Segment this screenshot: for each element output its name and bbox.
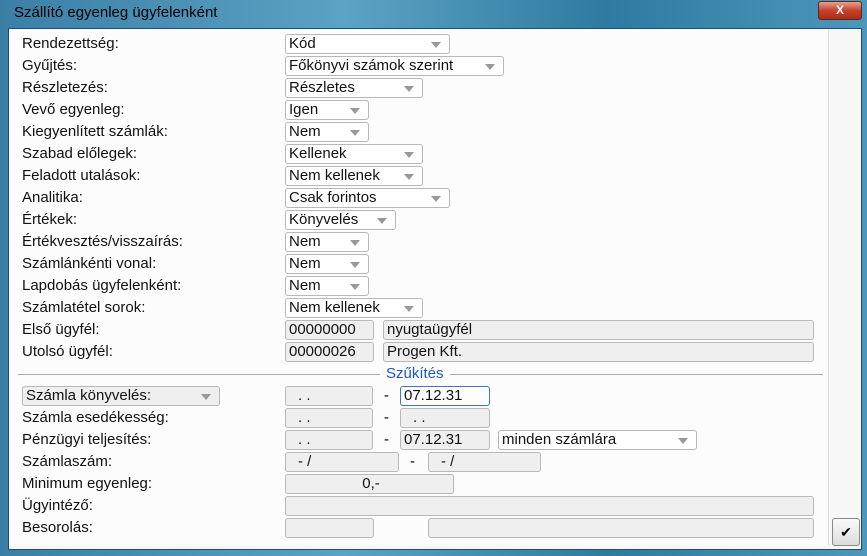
option-label: Lapdobás ügyfelenként: [22,277,182,294]
option-value: Könyvelés [289,211,359,228]
first-customer-label: Első ügyfél: [22,321,100,338]
last-customer-label: Utolsó ügyfél: [22,343,113,360]
option-dropdown[interactable]: Nem kellenek [285,166,423,186]
payment-label: Pénzügyi teljesítés: [22,431,152,448]
option-label: Vevő egyenleg: [22,101,125,118]
invoice-label: Számlaszám: [22,453,113,470]
option-value: Nem kellenek [289,299,380,316]
dash: - [410,453,415,470]
option-dropdown[interactable]: Igen [285,100,369,120]
class-field-b[interactable] [428,518,814,538]
chevron-down-icon [377,218,387,224]
agent-label: Ügyintéző: [22,497,93,514]
chevron-down-icon [350,284,360,290]
chevron-down-icon [431,196,441,202]
option-dropdown[interactable]: Nem [285,254,369,274]
first-customer-name[interactable]: nyugtaügyfél [383,320,814,340]
option-value: Kellenek [289,145,347,162]
chevron-down-icon [350,108,360,114]
option-dropdown[interactable]: Csak forintos [285,188,450,208]
dialog-window: Szállító egyenleg ügyfelenként X Rendeze… [0,0,867,556]
chevron-down-icon [201,394,211,400]
dash: - [384,431,389,448]
date-type-dropdown[interactable]: Számla könyvelés: [22,386,220,406]
option-value: Igen [289,101,319,118]
option-label: Gyűjtés: [22,57,78,74]
chevron-down-icon [350,130,360,136]
option-dropdown[interactable]: Kód [285,34,450,54]
option-value: Nem [289,255,321,272]
option-dropdown[interactable]: Nem [285,276,369,296]
min-balance-label: Minimum egyenleg: [22,475,153,492]
chevron-down-icon [404,174,414,180]
option-dropdown[interactable]: Nem [285,232,369,252]
option-value: Nem [289,123,321,140]
option-label: Szabad előlegek: [22,145,138,162]
option-value: Nem kellenek [289,167,380,184]
option-label: Értékek: [22,211,78,228]
option-label: Számlánkénti vonal: [22,255,157,272]
class-field-a[interactable] [285,518,374,538]
option-dropdown[interactable]: Könyvelés [285,210,396,230]
last-customer-code[interactable]: 00000026 [285,342,374,362]
option-value: Főkönyvi számok szerint [289,57,454,74]
option-value: Csak forintos [289,189,377,206]
first-customer-code[interactable]: 00000000 [285,320,374,340]
chevron-down-icon [404,152,414,158]
option-label: Részletezés: [22,79,108,96]
section-title: Szűkítés [380,365,450,382]
payment-to-field[interactable]: 07.12.31 [400,430,490,450]
option-dropdown[interactable]: Főkönyvi számok szerint [285,56,504,76]
min-balance-field[interactable]: 0,- [285,474,454,494]
booking-to-field[interactable]: 07.12.31 [400,386,490,406]
last-customer-name[interactable]: Progen Kft. [383,342,814,362]
option-value: Kód [289,35,316,52]
option-label: Analitika: [22,189,83,206]
payment-from-field[interactable]: . . [285,430,373,450]
chevron-down-icon [350,240,360,246]
option-label: Értékvesztés/visszaírás: [22,233,183,250]
agent-field[interactable] [285,496,814,516]
option-dropdown[interactable]: Részletes [285,78,423,98]
option-label: Rendezettség: [22,35,119,52]
option-value: Nem [289,277,321,294]
due-from-field[interactable]: . . [285,408,373,428]
option-value: Nem [289,233,321,250]
window-title: Szállító egyenleg ügyfelenként [14,4,218,21]
payment-scope-value: minden számlára [502,431,617,448]
option-label: Kiegyenlített számlák: [22,123,168,140]
ok-button[interactable]: ✔ [832,518,860,546]
option-label: Számlatétel sorok: [22,299,146,316]
option-dropdown[interactable]: Kellenek [285,144,423,164]
invoice-from-field[interactable]: - / [285,452,399,472]
due-label: Számla esedékesség: [22,409,169,426]
invoice-to-field[interactable]: - / [428,452,541,472]
date-type-value: Számla könyvelés: [26,387,152,404]
option-label: Feladott utalások: [22,167,141,184]
chevron-down-icon [485,64,495,70]
chevron-down-icon [431,42,441,48]
booking-from-field[interactable]: . . [285,386,373,406]
close-button[interactable]: X [818,1,862,20]
option-value: Részletes [289,79,355,96]
payment-scope-dropdown[interactable]: minden számlára [498,430,697,450]
option-dropdown[interactable]: Nem kellenek [285,298,423,318]
dash: - [384,409,389,426]
dash: - [384,387,389,404]
chevron-down-icon [350,262,360,268]
class-label: Besorolás: [22,519,93,536]
chevron-down-icon [678,438,688,444]
due-to-field[interactable]: . . [400,408,490,428]
chevron-down-icon [404,86,414,92]
option-dropdown[interactable]: Nem [285,122,369,142]
chevron-down-icon [404,306,414,312]
